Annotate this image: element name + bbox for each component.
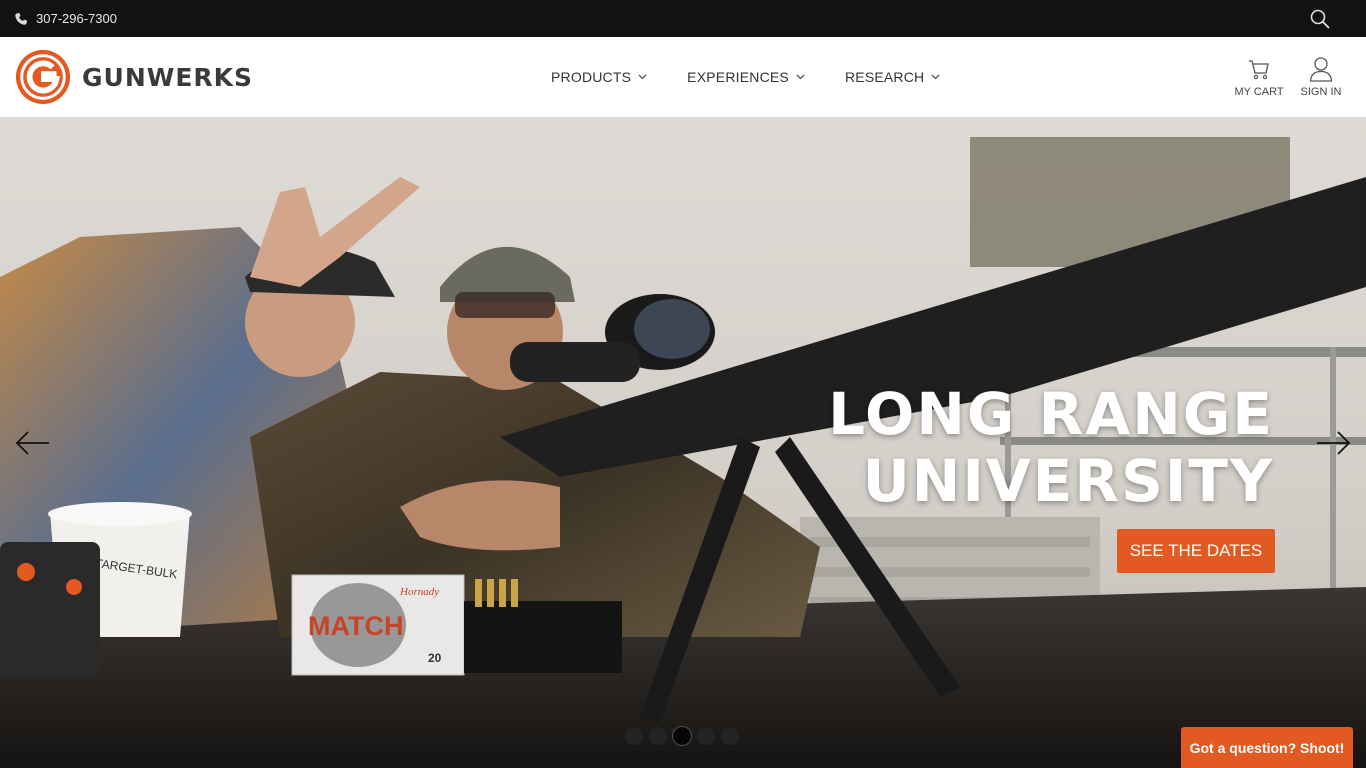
gunwerks-g-logo xyxy=(15,49,71,105)
hero-title-line-1: LONG RANGE xyxy=(828,380,1274,448)
hero-slider: TARGET-BULK Hornady MATCH 20 LONG RANGE … xyxy=(0,117,1366,768)
chevron-down-icon xyxy=(638,74,647,80)
main-nav: PRODUCTS EXPERIENCES RESEARCH xyxy=(551,37,980,117)
see-the-dates-button[interactable]: SEE THE DATES xyxy=(1117,529,1275,573)
cart-icon xyxy=(1249,60,1269,80)
my-cart-label: MY CART xyxy=(1234,86,1284,98)
phone-icon xyxy=(15,12,28,25)
slider-dot[interactable] xyxy=(697,727,715,745)
ammo-name: MATCH xyxy=(308,611,403,641)
phone-link[interactable]: 307-296-7300 xyxy=(14,0,117,37)
nav-experiences[interactable]: EXPERIENCES xyxy=(687,69,805,85)
search-icon[interactable] xyxy=(1310,9,1330,29)
slider-dot[interactable] xyxy=(721,727,739,745)
chat-widget-button[interactable]: Got a question? Shoot! xyxy=(1181,727,1353,768)
brand-wordmark: GUNWERKS xyxy=(82,62,254,92)
slider-dot[interactable] xyxy=(625,727,643,745)
slider-dot-active[interactable] xyxy=(673,727,691,745)
nav-products[interactable]: PRODUCTS xyxy=(551,69,647,85)
hero-title: LONG RANGE UNIVERSITY xyxy=(828,381,1274,515)
slider-dot[interactable] xyxy=(649,727,667,745)
ammo-brand: Hornady xyxy=(399,586,439,598)
arrow-left-icon[interactable] xyxy=(15,430,51,456)
chevron-down-icon xyxy=(931,74,940,80)
slider-pagination xyxy=(625,727,739,745)
nav-research-label: RESEARCH xyxy=(844,69,925,85)
nav-research[interactable]: RESEARCH xyxy=(845,69,940,85)
top-utility-bar: 307-296-7300 xyxy=(0,0,1366,37)
hero-title-line-2: UNIVERSITY xyxy=(862,447,1274,515)
nav-experiences-label: EXPERIENCES xyxy=(687,69,789,85)
phone-number: 307-296-7300 xyxy=(36,11,117,26)
chevron-down-icon xyxy=(796,74,805,80)
brand-logo[interactable]: GUNWERKS xyxy=(14,47,253,107)
ammo-count: 20 xyxy=(428,651,442,665)
user-icon xyxy=(1309,57,1333,82)
my-cart-button[interactable]: MY CART xyxy=(1234,37,1284,117)
sign-in-label: SIGN IN xyxy=(1300,86,1342,98)
sign-in-button[interactable]: SIGN IN xyxy=(1298,37,1344,117)
arrow-right-icon[interactable] xyxy=(1315,430,1351,456)
nav-products-label: PRODUCTS xyxy=(551,69,632,85)
site-header: GUNWERKS PRODUCTS EXPERIENCES RESEARCH M… xyxy=(0,37,1366,117)
